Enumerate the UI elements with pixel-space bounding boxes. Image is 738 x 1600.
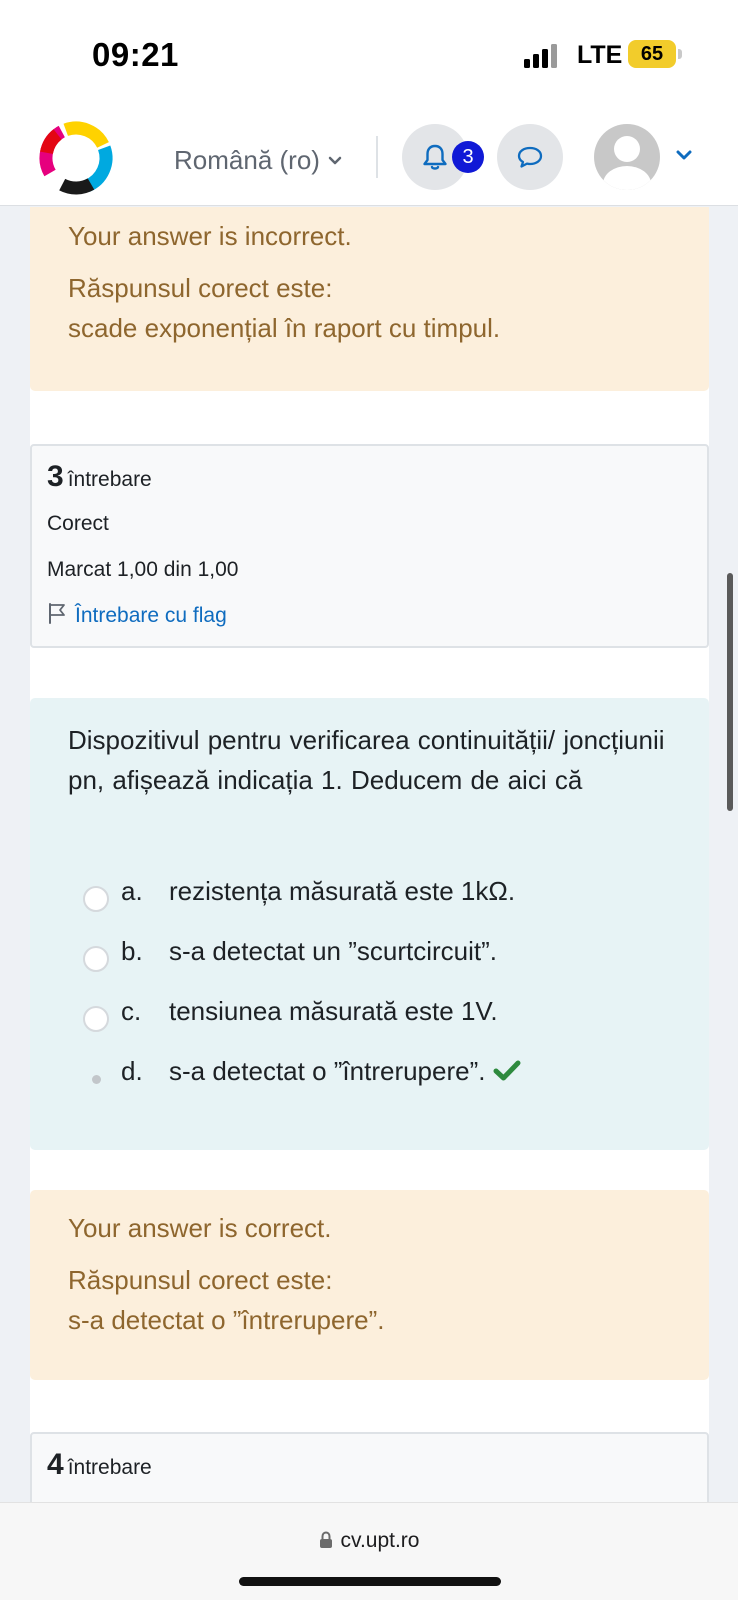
status-bar: 09:21 LTE 65 bbox=[0, 0, 738, 108]
answer-list: a. rezistența măsurată este 1kΩ. b. s-a … bbox=[83, 876, 643, 1116]
answer-letter: a. bbox=[121, 876, 143, 906]
question-number-value: 3 bbox=[47, 460, 64, 493]
answer-letter: d. bbox=[121, 1056, 143, 1086]
clock: 09:21 bbox=[92, 36, 179, 73]
battery-tip bbox=[678, 49, 682, 59]
flag-icon bbox=[49, 603, 65, 624]
answer-option-a[interactable]: a. rezistența măsurată este 1kΩ. bbox=[83, 876, 643, 936]
feedback-panel: Your answer is incorrect. Răspunsul core… bbox=[30, 207, 709, 391]
battery-icon: 65 bbox=[628, 40, 676, 68]
question-number-value: 4 bbox=[47, 1448, 64, 1481]
answer-text: rezistența măsurată este 1kΩ. bbox=[169, 876, 516, 906]
question-number: 3 întrebare bbox=[47, 460, 152, 494]
answer-text: tensiunea măsurată este 1V. bbox=[169, 996, 498, 1026]
language-selector[interactable]: Română (ro) bbox=[174, 142, 342, 176]
answer-text: s-a detectat un ”scurtcircuit”. bbox=[169, 936, 497, 966]
message-icon bbox=[517, 146, 543, 168]
network-type: LTE bbox=[577, 41, 623, 69]
question-number-label: întrebare bbox=[67, 1456, 152, 1479]
answer-letter: b. bbox=[121, 936, 143, 966]
correct-answer: s-a detectat o ”întrerupere”. bbox=[68, 1305, 385, 1335]
question-grade: Marcat 1,00 din 1,00 bbox=[47, 558, 239, 581]
chevron-down-icon bbox=[328, 142, 342, 173]
feedback-status: Your answer is correct. bbox=[68, 1213, 332, 1243]
answer-text-wrap: s-a detectat o ”întrerupere”. bbox=[169, 1056, 521, 1090]
correct-answer: scade exponențial în raport cu timpul. bbox=[68, 313, 501, 343]
scrollbar-thumb[interactable] bbox=[727, 573, 733, 811]
feedback-status: Your answer is incorrect. bbox=[68, 221, 352, 251]
question-info: 4 întrebare bbox=[30, 1432, 709, 1502]
app-header: Română (ro) 3 bbox=[0, 108, 738, 206]
answer-letter: c. bbox=[121, 996, 142, 1026]
avatar[interactable] bbox=[594, 124, 660, 190]
messages-button[interactable] bbox=[497, 124, 563, 190]
question-state: Corect bbox=[47, 512, 109, 535]
radio-button[interactable] bbox=[83, 1006, 109, 1032]
answer-option-d[interactable]: d. s-a detectat o ”întrerupere”. bbox=[83, 1056, 643, 1116]
logo[interactable] bbox=[34, 116, 118, 200]
home-indicator[interactable] bbox=[239, 1577, 501, 1586]
flag-question-label: Întrebare cu flag bbox=[75, 604, 227, 627]
answer-option-c[interactable]: c. tensiunea măsurată este 1V. bbox=[83, 996, 643, 1056]
language-label: Română (ro) bbox=[174, 145, 320, 175]
radio-button[interactable] bbox=[83, 946, 109, 972]
feedback-panel: Your answer is correct. Răspunsul corect… bbox=[30, 1190, 709, 1380]
url-text: cv.upt.ro bbox=[340, 1529, 420, 1552]
correct-check-icon bbox=[493, 1059, 521, 1090]
chevron-down-icon[interactable] bbox=[676, 148, 692, 166]
question-text: Dispozitivul pentru verificarea continui… bbox=[68, 725, 665, 795]
radio-button-selected[interactable] bbox=[83, 1066, 109, 1092]
signal-icon bbox=[524, 42, 560, 68]
answer-option-b[interactable]: b. s-a detectat un ”scurtcircuit”. bbox=[83, 936, 643, 996]
flag-question-link[interactable]: Întrebare cu flag bbox=[47, 602, 227, 628]
browser-address-bar: cv.upt.ro bbox=[0, 1502, 738, 1600]
main-content: Your answer is incorrect. Răspunsul core… bbox=[0, 207, 738, 1502]
question-number: 4 întrebare bbox=[47, 1448, 152, 1482]
answer-text: s-a detectat o ”întrerupere”. bbox=[169, 1056, 486, 1086]
correct-answer-label: Răspunsul corect este: bbox=[68, 1265, 333, 1295]
question-content: Dispozitivul pentru verificarea continui… bbox=[30, 698, 709, 1150]
divider bbox=[376, 136, 378, 178]
notification-count-badge: 3 bbox=[452, 141, 484, 173]
url-display[interactable]: cv.upt.ro bbox=[0, 1529, 738, 1553]
question-info: 3 întrebare Corect Marcat 1,00 din 1,00 Î… bbox=[30, 444, 709, 648]
correct-answer-label: Răspunsul corect este: bbox=[68, 273, 333, 303]
question-number-label: întrebare bbox=[67, 468, 152, 491]
radio-button[interactable] bbox=[83, 886, 109, 912]
bell-icon bbox=[423, 144, 447, 170]
lock-icon bbox=[319, 1531, 332, 1548]
